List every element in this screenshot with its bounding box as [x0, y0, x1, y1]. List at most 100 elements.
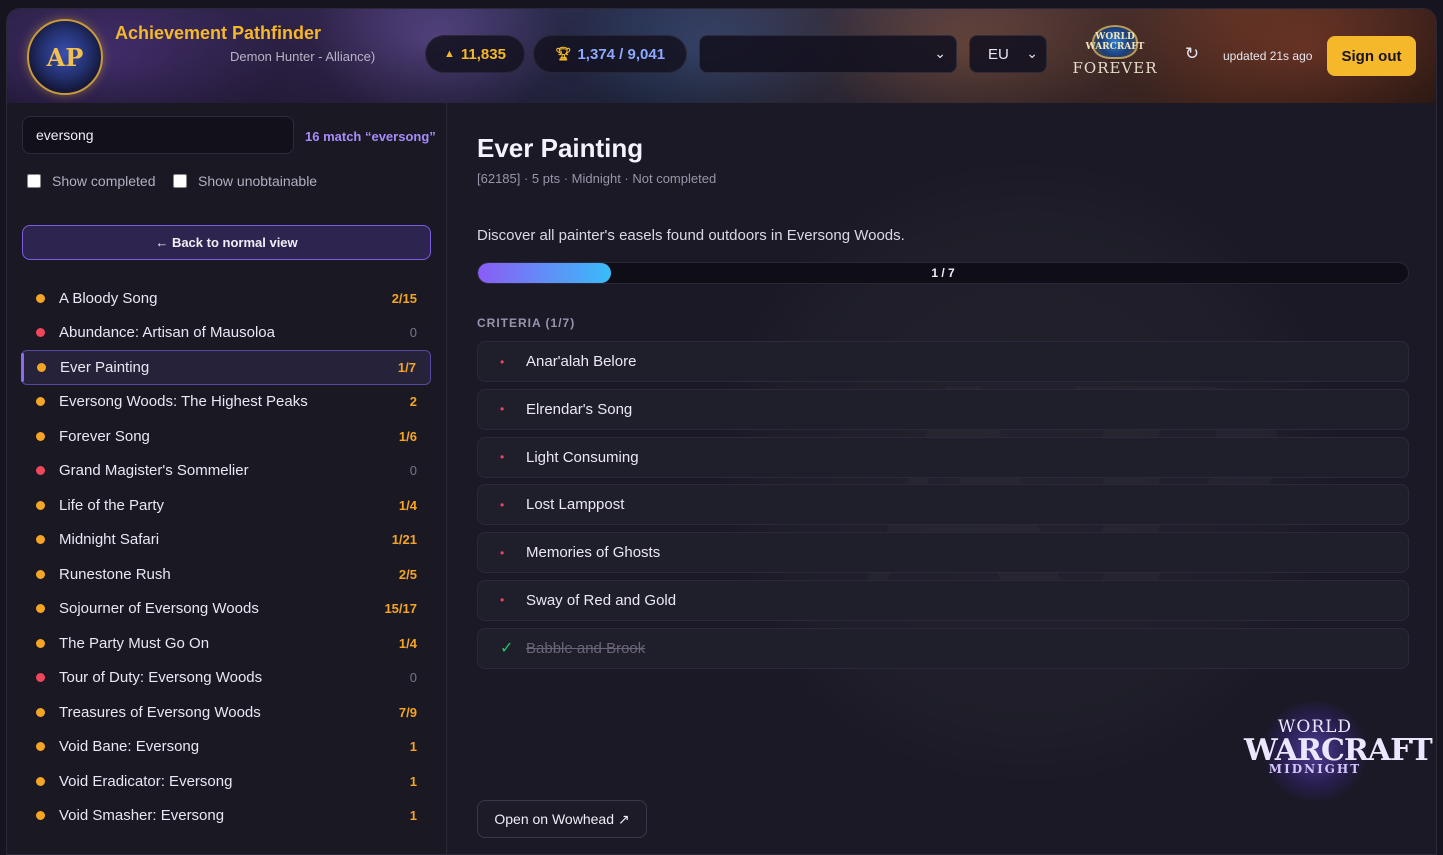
achievement-progress: 1: [409, 808, 417, 824]
achievement-progress: 2: [409, 394, 417, 410]
achievement-list-item[interactable]: Sojourner of Eversong Woods 15/17: [21, 592, 431, 627]
criteria-item: • Sway of Red and Gold: [477, 579, 1409, 621]
bullet-icon: •: [500, 450, 505, 465]
character-select[interactable]: ⌄: [699, 35, 957, 73]
achievement-name: The Party Must Go On: [59, 634, 210, 652]
achievement-name: Treasures of Eversong Woods: [59, 703, 261, 721]
achievement-detail-panel: AP Ever Painting [62185] · 5 pts · Midni…: [448, 103, 1436, 854]
achievement-progress: 1/7: [397, 359, 416, 375]
achievement-name: Life of the Party: [59, 496, 165, 514]
achievement-name: Abundance: Artisan of Mausoloa: [59, 324, 275, 342]
criteria-item: • Lost Lamppost: [477, 484, 1409, 526]
bullet-icon: •: [500, 545, 505, 560]
status-dot-icon: [36, 776, 45, 786]
status-dot-icon: [36, 707, 45, 717]
show-completed-checkbox[interactable]: [27, 174, 41, 188]
achievement-list-item[interactable]: Eversong Woods: The Highest Peaks 2: [21, 385, 431, 420]
achievement-progress: 2/15: [391, 290, 417, 306]
status-dot-icon: [36, 500, 45, 510]
achievement-progress: 15/17: [384, 601, 417, 617]
status-dot-icon: [36, 673, 45, 683]
achievement-title: Ever Painting: [477, 133, 644, 163]
region-select[interactable]: EU ⌄: [969, 35, 1047, 73]
achievement-count-badge: 🏆︎ 1,374 / 9,041: [533, 35, 687, 73]
show-completed-filter[interactable]: Show completed: [27, 173, 156, 189]
status-dot-icon: [36, 569, 45, 579]
search-match-count: 16 match “eversong”: [305, 129, 436, 144]
sign-out-button[interactable]: Sign out: [1327, 36, 1416, 76]
criteria-label: Elrendar's Song: [526, 400, 633, 418]
achievement-list-item[interactable]: Void Smasher: Eversong 1: [21, 799, 431, 834]
achievement-name: Midnight Safari: [59, 531, 160, 549]
back-to-normal-view-button[interactable]: ← Back to normal view: [22, 225, 431, 260]
app-logo[interactable]: AP: [27, 19, 103, 95]
achievement-list-item[interactable]: Midnight Safari 1/21: [21, 523, 431, 558]
wow-forever-crest: WORLD WARCRAFT: [1086, 25, 1144, 59]
achievement-progress: 1: [409, 739, 417, 755]
status-dot-icon: [36, 638, 45, 648]
checkmark-icon: ✓: [500, 640, 514, 658]
search-input[interactable]: [22, 116, 294, 154]
chevron-down-icon: ⌄: [1026, 45, 1038, 61]
achievement-list-item[interactable]: Forever Song 1/6: [21, 419, 431, 454]
character-subtitle: Demon Hunter - Alliance): [230, 49, 376, 64]
achievement-name: Void Eradicator: Eversong: [59, 772, 233, 790]
criteria-item: • Memories of Ghosts: [477, 532, 1409, 574]
status-dot-icon: [36, 742, 45, 752]
status-dot-icon: [37, 362, 46, 372]
status-dot-icon: [36, 604, 45, 614]
achievement-progress: 1/21: [391, 532, 417, 548]
bullet-icon: •: [500, 402, 505, 417]
achievement-list-item[interactable]: Void Eradicator: Eversong 1: [21, 764, 431, 799]
criteria-label: Memories of Ghosts: [526, 544, 661, 562]
achievement-progress: 1/4: [398, 635, 417, 651]
achievement-name: Grand Magister's Sommelier: [59, 462, 249, 480]
achievement-list-item[interactable]: Void Bane: Eversong 1: [21, 730, 431, 765]
achievement-list-item[interactable]: Abundance: Artisan of Mausoloa 0: [21, 316, 431, 351]
bullet-icon: •: [500, 354, 505, 369]
app-logo-text: AP: [46, 42, 84, 72]
status-dot-icon: [36, 328, 45, 338]
criteria-list: • Anar'alah Belore • Elrendar's Song • Light …: [477, 341, 1409, 676]
achievement-list-item[interactable]: Runestone Rush 2/5: [21, 557, 431, 592]
achievement-count-value: 1,374 / 9,041: [577, 45, 666, 63]
midnight-logo-line3: MIDNIGHT: [1268, 762, 1362, 776]
achievement-name: Eversong Woods: The Highest Peaks: [59, 393, 308, 411]
achievement-progress: 1/4: [398, 497, 417, 513]
achievement-list-item[interactable]: A Bloody Song 2/15: [21, 281, 431, 316]
achievement-list-item[interactable]: Ever Painting 1/7: [21, 350, 431, 385]
refresh-button[interactable]: ↻: [1177, 39, 1207, 69]
achievement-progress: 0: [409, 325, 417, 341]
achievement-name: Sojourner of Eversong Woods: [59, 600, 259, 618]
points-value: 11,835: [460, 45, 506, 63]
achievement-list-item[interactable]: The Party Must Go On 1/4: [21, 626, 431, 661]
achievement-progress-bar: 1 / 7: [477, 262, 1409, 284]
achievement-name: A Bloody Song: [59, 289, 158, 307]
achievement-progress: 1/6: [398, 428, 417, 444]
status-dot-icon: [36, 811, 45, 821]
criteria-label: Lost Lamppost: [526, 496, 625, 514]
app-title: Achievement Pathfinder: [115, 23, 322, 43]
achievement-list-item[interactable]: Treasures of Eversong Woods 7/9: [21, 695, 431, 730]
criteria-label: Anar'alah Belore: [526, 353, 637, 370]
chevron-down-icon: ⌄: [934, 45, 946, 61]
wow-forever-text: FOREVER: [1072, 59, 1158, 77]
achievement-progress: 0: [409, 670, 417, 686]
wow-forever-logo: WORLD WARCRAFT FOREVER: [1071, 25, 1159, 89]
open-on-wowhead-button[interactable]: Open on Wowhead ↗: [477, 800, 647, 838]
refresh-icon: ↻: [1184, 44, 1200, 63]
achievement-name: Runestone Rush: [59, 565, 171, 583]
show-unobtainable-filter[interactable]: Show unobtainable: [173, 173, 317, 189]
achievement-meta: [62185] · 5 pts · Midnight · Not complet…: [477, 171, 717, 186]
progress-label: 1 / 7: [931, 266, 955, 280]
achievement-list-item[interactable]: Grand Magister's Sommelier 0: [21, 454, 431, 489]
achievement-progress: 1: [409, 773, 417, 789]
show-unobtainable-checkbox[interactable]: [173, 174, 187, 188]
criteria-label: Light Consuming: [526, 448, 639, 466]
criteria-heading: CRITERIA (1/7): [477, 316, 576, 330]
achievement-list-item[interactable]: Life of the Party 1/4: [21, 488, 431, 523]
status-dot-icon: [36, 431, 45, 441]
status-dot-icon: [36, 293, 45, 303]
achievement-list: A Bloody Song 2/15 Abundance: Artisan of M…: [21, 281, 431, 833]
achievement-list-item[interactable]: Tour of Duty: Eversong Woods 0: [21, 661, 431, 696]
